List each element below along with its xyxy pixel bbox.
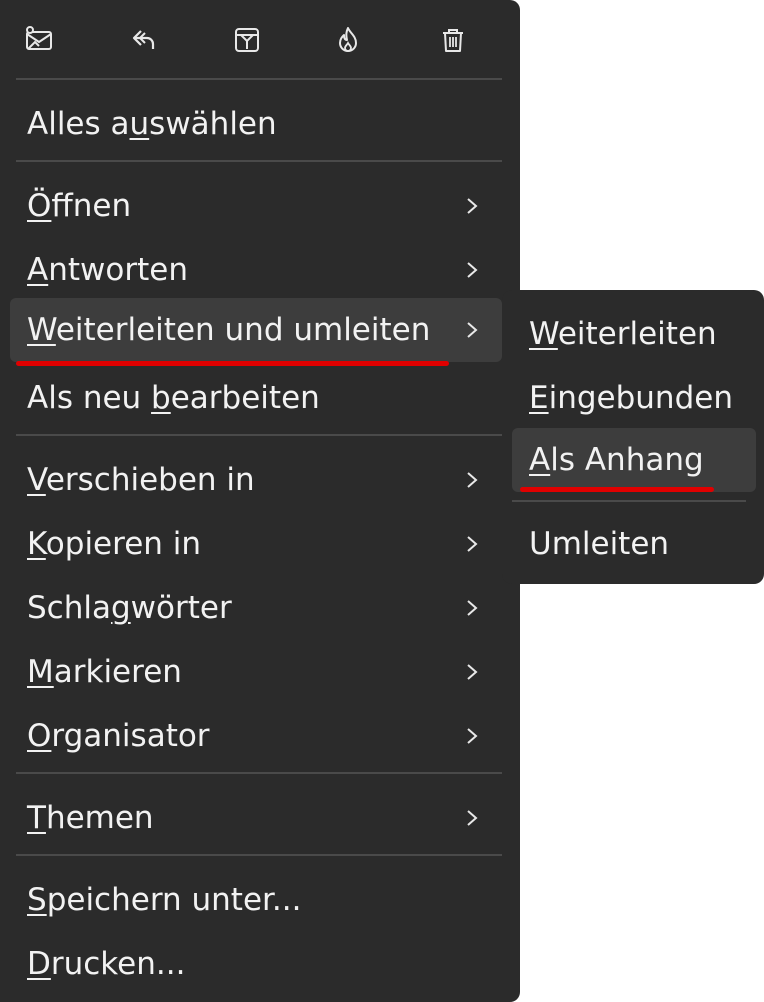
trash-icon xyxy=(443,29,463,52)
archive-icon xyxy=(235,28,259,52)
menu-item-label: Als neu xyxy=(27,380,152,416)
menu-item-label: erschieben in xyxy=(45,462,255,498)
menu-item-label: swählen xyxy=(149,106,277,142)
reply-button[interactable] xyxy=(126,22,162,58)
menu-item-label: Alles a xyxy=(27,106,130,142)
menu-item-themes[interactable]: Themen xyxy=(10,786,502,850)
reply-icon xyxy=(132,30,155,49)
menu-item-label: earbeiten xyxy=(170,380,320,416)
access-key: A xyxy=(529,442,551,478)
fire-icon xyxy=(339,27,357,52)
separator xyxy=(16,160,502,162)
menu-item-tags[interactable]: Schlagwörter xyxy=(10,576,502,640)
chevron-right-icon xyxy=(464,298,480,362)
menu-item-organizer[interactable]: Organisator xyxy=(10,704,502,768)
access-key: K xyxy=(27,526,46,562)
menu-item-label: Schla xyxy=(27,590,111,626)
submenu-item-inline[interactable]: Eingebunden xyxy=(512,366,756,430)
menu-item-mark[interactable]: Markieren xyxy=(10,640,502,704)
menu-item-forward-redirect[interactable]: Weiterleiten und umleiten xyxy=(10,298,502,362)
menu-item-label: ntworten xyxy=(48,252,188,288)
access-key: A xyxy=(27,252,49,288)
chevron-right-icon xyxy=(464,576,480,640)
menu-item-label: ffnen xyxy=(51,188,132,224)
menu-item-label: wörter xyxy=(130,590,232,626)
submenu-item-as-attachment[interactable]: Als Anhang xyxy=(512,428,756,492)
access-key: O xyxy=(27,718,52,754)
menu-item-copy-to[interactable]: Kopieren in xyxy=(10,512,502,576)
submenu-item-redirect[interactable]: Umleiten xyxy=(512,512,756,576)
access-key: W xyxy=(529,316,558,352)
submenu-item-label: ls Anhang xyxy=(550,442,704,478)
access-key: V xyxy=(27,462,46,498)
menu-item-label: rucken... xyxy=(50,946,186,982)
mail-image-button[interactable] xyxy=(21,22,57,58)
menu-item-save-as[interactable]: Speichern unter... xyxy=(10,868,502,932)
access-key: W xyxy=(27,312,56,348)
chevron-right-icon xyxy=(464,640,480,704)
menu-item-label: hemen xyxy=(45,800,154,836)
submenu-item-forward[interactable]: Weiterleiten xyxy=(512,302,756,366)
menu-item-edit-as-new[interactable]: Als neu bearbeiten xyxy=(10,366,502,430)
chevron-right-icon xyxy=(464,448,480,512)
separator xyxy=(16,854,502,856)
separator xyxy=(16,78,502,80)
junk-button[interactable] xyxy=(330,22,366,58)
chevron-right-icon xyxy=(464,238,480,302)
separator xyxy=(16,772,502,774)
access-key: u xyxy=(129,106,150,142)
menu-item-select-all[interactable]: Alles auswählen xyxy=(10,92,502,156)
submenu-item-label: Umleiten xyxy=(529,526,670,562)
annotation-underline xyxy=(520,487,714,492)
menu-item-move-to[interactable]: Verschieben in xyxy=(10,448,502,512)
chevron-right-icon xyxy=(464,786,480,850)
access-key: D xyxy=(27,946,51,982)
archive-button[interactable] xyxy=(229,22,265,58)
chevron-right-icon xyxy=(464,704,480,768)
menu-item-label: rganisator xyxy=(51,718,210,754)
mail-image-icon xyxy=(26,26,52,50)
forward-submenu: Weiterleiten Eingebunden Als Anhang Umle… xyxy=(502,290,764,584)
access-key: E xyxy=(529,380,549,416)
context-menu: Alles auswählen Öffnen Antworten Weiterl… xyxy=(0,0,520,1002)
chevron-right-icon xyxy=(464,512,480,576)
separator xyxy=(16,434,502,436)
access-key: g xyxy=(110,590,131,626)
menu-item-reply[interactable]: Antworten xyxy=(10,238,502,302)
menu-item-label: opieren in xyxy=(45,526,202,562)
access-key: M xyxy=(27,654,54,690)
menu-item-label: eiterleiten und umleiten xyxy=(55,312,431,348)
menu-toolbar xyxy=(0,0,520,80)
menu-item-print[interactable]: Drucken... xyxy=(10,932,502,996)
separator xyxy=(512,500,746,502)
submenu-item-label: eiterleiten xyxy=(557,316,717,352)
access-key: b xyxy=(151,380,171,416)
menu-item-open[interactable]: Öffnen xyxy=(10,174,502,238)
access-key: T xyxy=(27,800,46,836)
menu-item-label: arkieren xyxy=(53,654,182,690)
chevron-right-icon xyxy=(464,174,480,238)
access-key: S xyxy=(27,882,47,918)
access-key: Ö xyxy=(27,188,52,224)
submenu-item-label: ingebunden xyxy=(548,380,733,416)
delete-button[interactable] xyxy=(435,22,471,58)
menu-item-label: peichern unter... xyxy=(46,882,302,918)
